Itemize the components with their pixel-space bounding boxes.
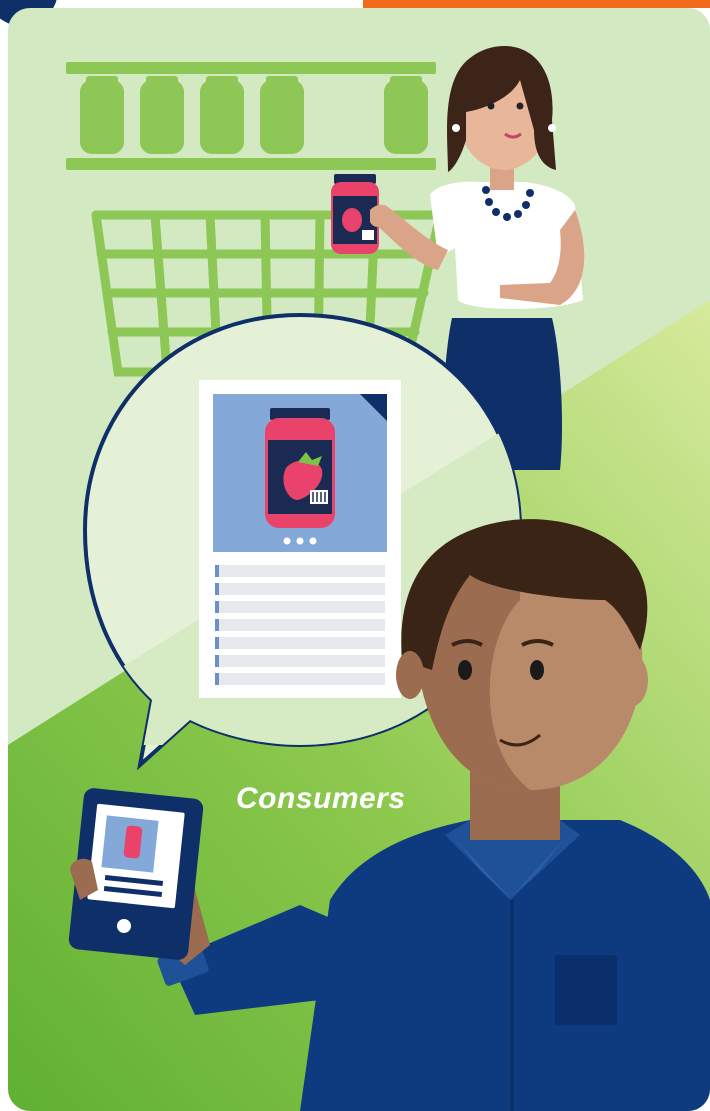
shirt-pocket: [555, 955, 617, 1025]
product-card: [199, 380, 401, 698]
consumers-caption: Consumers: [236, 782, 406, 815]
accent-bar: [363, 0, 710, 8]
product-details-list: [215, 565, 385, 685]
illustration-stage: Consumers: [0, 0, 710, 1111]
more-dots-icon: [283, 537, 317, 545]
strawberry-jar-icon: [265, 408, 335, 528]
consumers-illustration: [0, 0, 710, 1111]
